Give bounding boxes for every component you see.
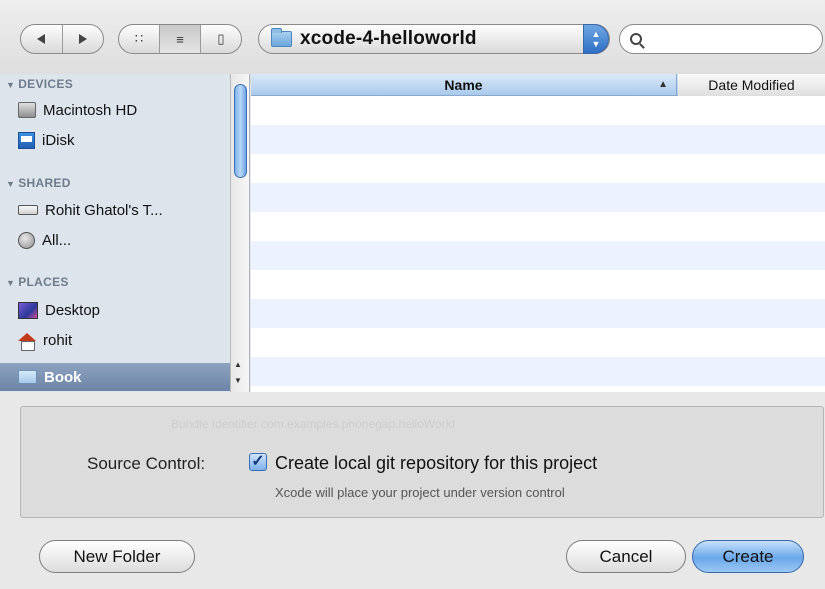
create-git-repo-label[interactable]: Create local git repository for this pro…	[275, 453, 597, 474]
sidebar-item-label: Desktop	[45, 301, 101, 319]
list-row	[251, 154, 825, 183]
sidebar-scrollbar[interactable]: ▲ ▼	[230, 74, 249, 392]
checkmark-icon: ✓	[251, 453, 265, 470]
column-label: Name	[444, 77, 483, 93]
list-row	[251, 96, 825, 125]
left-arrow-icon	[37, 34, 46, 44]
scroll-up-icon[interactable]: ▲	[234, 360, 242, 369]
cancel-button[interactable]: Cancel	[566, 540, 686, 573]
create-git-repo-checkbox[interactable]: ✓	[249, 453, 267, 471]
column-header: Name ▲ Date Modified	[251, 74, 825, 96]
icon-view-button[interactable]: ∷	[119, 25, 160, 53]
options-panel: Bundle Identifier com.examples.phonegap.…	[20, 406, 824, 518]
sidebar-section-shared[interactable]: ▼ SHARED	[6, 176, 71, 190]
sidebar: ▼ DEVICES Macintosh HD iDisk ▼ SHARED Rohi…	[0, 74, 250, 392]
sidebar-item-label: Rohit Ghatol's T...	[45, 201, 163, 219]
disclosure-triangle-icon: ▼	[6, 179, 16, 189]
network-computer-icon	[18, 205, 38, 215]
list-view-icon: ≡	[176, 31, 184, 47]
create-button[interactable]: Create	[692, 540, 804, 573]
folder-icon	[271, 28, 292, 47]
section-label: PLACES	[18, 275, 69, 289]
sidebar-item-label: Book	[44, 368, 82, 386]
sidebar-item-rohit[interactable]: rohit	[0, 326, 230, 354]
list-row	[251, 183, 825, 212]
back-button[interactable]	[21, 25, 63, 53]
toolbar: ∷ ≡ ▯ xcode-4-helloworld ▲ ▼	[0, 0, 825, 84]
button-label: Create	[722, 546, 774, 566]
column-label: Date Modified	[708, 77, 795, 93]
name-column-header[interactable]: Name ▲	[251, 74, 677, 96]
background-ghost-text: Bundle Identifier com.examples.phonegap.…	[171, 417, 455, 431]
list-row	[251, 357, 825, 386]
home-icon	[18, 332, 36, 351]
section-label: DEVICES	[18, 77, 74, 91]
sidebar-list: ▼ DEVICES Macintosh HD iDisk ▼ SHARED Rohi…	[0, 74, 230, 392]
button-label: Cancel	[599, 546, 653, 566]
view-mode-control: ∷ ≡ ▯	[118, 24, 242, 54]
list-row	[251, 270, 825, 299]
list-row	[251, 241, 825, 270]
sidebar-item-label: All...	[42, 231, 72, 249]
file-list[interactable]: Name ▲ Date Modified	[251, 74, 825, 392]
sidebar-item-shared-computer[interactable]: Rohit Ghatol's T...	[0, 196, 230, 224]
sidebar-item-desktop[interactable]: Desktop	[0, 296, 230, 324]
disclosure-triangle-icon: ▼	[6, 278, 16, 288]
sidebar-section-devices[interactable]: ▼ DEVICES	[6, 77, 73, 91]
column-view-icon: ▯	[217, 31, 225, 46]
create-git-repo-description: Xcode will place your project under vers…	[275, 485, 565, 500]
list-view-button[interactable]: ≡	[160, 25, 201, 53]
list-row	[251, 212, 825, 241]
list-row	[251, 125, 825, 154]
folder-icon	[18, 370, 37, 384]
column-view-button[interactable]: ▯	[201, 25, 241, 53]
sidebar-item-idisk[interactable]: iDisk	[0, 126, 230, 154]
sort-ascending-icon: ▲	[658, 79, 668, 90]
sidebar-item-label: Macintosh HD	[43, 101, 138, 119]
list-row	[251, 328, 825, 357]
disclosure-triangle-icon: ▼	[6, 80, 16, 90]
search-icon	[630, 33, 642, 45]
date-modified-column-header[interactable]: Date Modified	[678, 74, 825, 96]
location-label: xcode-4-helloworld	[300, 28, 477, 49]
location-popup[interactable]: xcode-4-helloworld ▲ ▼	[258, 24, 610, 54]
search-input[interactable]	[650, 31, 810, 47]
desktop-icon	[18, 301, 38, 319]
hard-drive-icon	[18, 102, 36, 118]
source-control-label: Source Control:	[87, 454, 206, 473]
back-forward-control	[20, 24, 104, 54]
section-label: SHARED	[18, 176, 71, 190]
icon-view-icon: ∷	[134, 31, 144, 46]
scroll-down-icon[interactable]: ▼	[234, 376, 242, 385]
sidebar-item-macintosh-hd[interactable]: Macintosh HD	[0, 96, 230, 124]
right-arrow-icon	[78, 34, 87, 44]
forward-button[interactable]	[63, 25, 104, 53]
search-field[interactable]	[619, 24, 823, 54]
scrollbar-thumb[interactable]	[234, 84, 247, 178]
button-label: New Folder	[73, 546, 161, 566]
popup-stepper-icon: ▲ ▼	[583, 24, 609, 54]
list-row	[251, 299, 825, 328]
idisk-icon	[18, 131, 35, 149]
sidebar-section-places[interactable]: ▼ PLACES	[6, 275, 69, 289]
sidebar-item-label: rohit	[43, 331, 73, 349]
sidebar-item-book[interactable]: Book	[0, 363, 230, 391]
new-folder-button[interactable]: New Folder	[39, 540, 195, 573]
sidebar-item-all[interactable]: All...	[0, 226, 230, 254]
globe-icon	[18, 231, 35, 249]
sidebar-item-label: iDisk	[42, 131, 75, 149]
